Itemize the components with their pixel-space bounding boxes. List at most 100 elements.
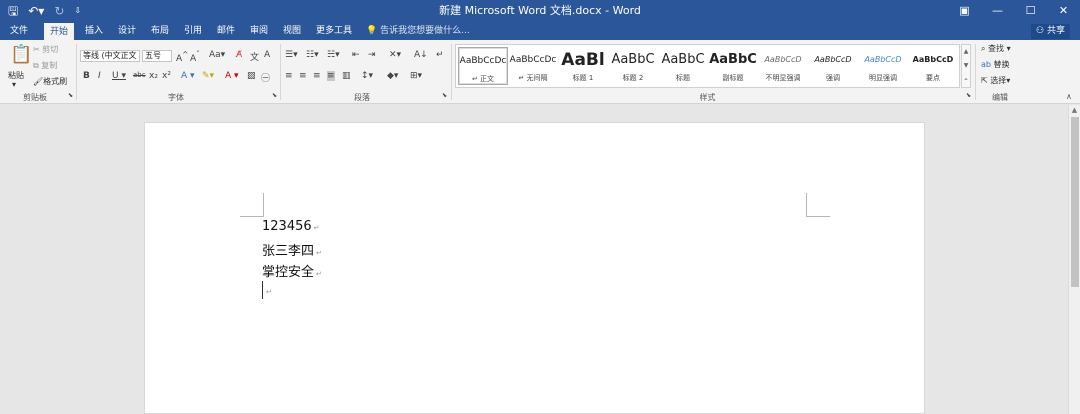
grow-font-icon[interactable]: A^	[176, 50, 188, 64]
style-intense-emphasis[interactable]: AaBbCcD 明显强调	[858, 47, 908, 85]
chevron-up-icon[interactable]: ▲	[962, 45, 970, 59]
style-sample: AaBl	[561, 51, 605, 69]
font-launcher-icon[interactable]: ⬊	[272, 92, 277, 99]
italic-icon[interactable]: I	[98, 71, 101, 81]
font-size-dropdown[interactable]: 五号	[142, 50, 172, 62]
ribbon-display-options-icon[interactable]: ▣	[948, 0, 981, 22]
clipboard-launcher-icon[interactable]: ⬊	[68, 92, 73, 99]
document-line[interactable]: 掌控安全 ↵	[262, 261, 322, 280]
tab-view[interactable]: 视图	[283, 22, 301, 40]
multilevel-list-icon[interactable]: ☵▾	[327, 50, 340, 60]
tab-mailings[interactable]: 邮件	[217, 22, 235, 40]
share-label: 共享	[1046, 26, 1065, 36]
paste-dropdown-icon[interactable]: ▾	[12, 80, 16, 89]
group-divider	[280, 44, 281, 100]
tell-me-text: 告诉我您想要做什么...	[380, 26, 470, 36]
phonetic-guide-icon[interactable]: 文	[250, 50, 259, 63]
bold-icon[interactable]: B	[83, 71, 90, 81]
chevron-down-icon[interactable]: ▼	[962, 59, 970, 73]
change-case-icon[interactable]: Aa▾	[209, 50, 225, 60]
style-subtitle[interactable]: AaBbC 副标题	[708, 47, 758, 85]
find-label: 查找	[988, 44, 1005, 53]
highlight-color-icon[interactable]: ✎▾	[202, 71, 214, 81]
style-sample: AaBbC	[661, 52, 705, 67]
cut-button[interactable]: ✂ 剪切	[33, 44, 58, 55]
tab-references[interactable]: 引用	[184, 22, 202, 40]
subscript-icon[interactable]: x₂	[149, 71, 158, 81]
character-shading-icon[interactable]: ▨	[247, 71, 256, 81]
document-line[interactable]: 123456 ↵	[262, 219, 320, 234]
strikethrough-icon[interactable]: abc	[133, 71, 146, 79]
select-button[interactable]: ⇱ 选择▾	[981, 75, 1010, 86]
borders-icon[interactable]: ⊞▾	[410, 71, 422, 81]
style-emphasis[interactable]: AaBbCcD 强调	[808, 47, 858, 85]
style-title[interactable]: AaBbC 标题	[658, 47, 708, 85]
distributed-icon[interactable]: ▥	[342, 71, 351, 81]
tab-design[interactable]: 设计	[118, 22, 136, 40]
underline-icon[interactable]: U ▾	[112, 71, 126, 81]
style-name: 副标题	[722, 74, 744, 82]
scroll-thumb[interactable]	[1071, 117, 1079, 287]
text-effects-icon[interactable]: A ▾	[181, 71, 195, 81]
find-button[interactable]: ⌕ 查找 ▾	[981, 43, 1011, 54]
clear-formatting-icon[interactable]: A̸	[236, 50, 242, 60]
copy-button[interactable]: ⧉ 复制	[33, 60, 57, 71]
numbering-icon[interactable]: ☷▾	[306, 50, 319, 60]
paste-icon[interactable]: 📋	[10, 44, 32, 65]
paragraph-launcher-icon[interactable]: ⬊	[442, 92, 447, 99]
tab-file[interactable]: 文件	[10, 22, 28, 40]
scroll-up-icon[interactable]: ▲	[1069, 105, 1080, 116]
tab-home[interactable]: 开始	[44, 23, 75, 40]
document-line[interactable]: ↵	[264, 283, 272, 298]
style-heading-2[interactable]: AaBbC 标题 2	[608, 47, 658, 85]
document-line[interactable]: 张三李四 ↵	[262, 240, 322, 259]
shrink-font-icon[interactable]: Aˇ	[190, 50, 200, 64]
tab-layout[interactable]: 布局	[151, 22, 169, 40]
style-no-spacing[interactable]: AaBbCcDc ↵ 无间隔	[508, 47, 558, 85]
tell-me-search[interactable]: 💡 告诉我您想要做什么...	[366, 22, 470, 40]
font-color-icon[interactable]: A ▾	[225, 71, 239, 81]
minimize-button[interactable]: —	[981, 0, 1014, 22]
decrease-indent-icon[interactable]: ⇤	[352, 50, 360, 60]
maximize-button[interactable]: ☐	[1014, 0, 1047, 22]
justify-icon[interactable]: ≡	[327, 71, 335, 81]
paragraph-mark: ↵	[313, 224, 320, 232]
tab-insert[interactable]: 插入	[85, 22, 103, 40]
bullets-icon[interactable]: ☰▾	[285, 50, 298, 60]
search-icon: ⌕	[981, 44, 989, 53]
close-button[interactable]: ✕	[1047, 0, 1080, 22]
tab-more-tools[interactable]: 更多工具	[316, 22, 352, 40]
window-controls: ▣ — ☐ ✕	[948, 0, 1080, 22]
format-painter-button[interactable]: 🖌格式刷	[33, 76, 67, 87]
increase-indent-icon[interactable]: ⇥	[368, 50, 376, 60]
lightbulb-icon: 💡	[366, 26, 378, 36]
align-right-icon[interactable]: ≡	[313, 71, 321, 81]
share-button[interactable]: ⚇ 共享	[1031, 24, 1070, 39]
shading-icon[interactable]: ◆▾	[387, 71, 398, 81]
style-normal[interactable]: AaBbCcDc ↵ 正文	[458, 47, 508, 85]
margin-corner-top-right	[806, 193, 830, 217]
show-marks-icon[interactable]: ↵	[436, 50, 444, 60]
document-page[interactable]: 123456 ↵ 张三李四 ↵ 掌控安全 ↵ ↵	[144, 122, 925, 414]
align-center-icon[interactable]: ≡	[299, 71, 307, 81]
styles-gallery-scroll[interactable]: ▲ ▼ ⩡	[961, 44, 971, 88]
tab-review[interactable]: 审阅	[250, 22, 268, 40]
font-name-dropdown[interactable]: 等线 (中文正文	[80, 50, 140, 62]
group-divider	[975, 44, 976, 100]
sort-icon[interactable]: A↓	[414, 50, 428, 60]
enclose-characters-icon[interactable]: ㊀	[261, 71, 270, 84]
vertical-scrollbar[interactable]: ▲	[1068, 105, 1080, 414]
character-border-icon[interactable]: A	[264, 50, 270, 60]
line-spacing-icon[interactable]: ↕▾	[361, 71, 373, 81]
style-heading-1[interactable]: AaBl 标题 1	[558, 47, 608, 85]
style-subtle-emphasis[interactable]: AaBbCcD 不明显强调	[758, 47, 808, 85]
styles-launcher-icon[interactable]: ⬊	[966, 92, 971, 99]
cursor-icon: ⇱	[981, 76, 991, 85]
more-styles-icon[interactable]: ⩡	[962, 73, 970, 87]
superscript-icon[interactable]: x²	[162, 71, 171, 81]
chinese-layout-icon[interactable]: ✕▾	[389, 50, 401, 60]
align-left-icon[interactable]: ≡	[285, 71, 293, 81]
collapse-ribbon-icon[interactable]: ∧	[1066, 92, 1072, 101]
replace-button[interactable]: ab 替换	[981, 59, 1010, 70]
style-strong[interactable]: AaBbCcD 要点	[908, 47, 958, 85]
